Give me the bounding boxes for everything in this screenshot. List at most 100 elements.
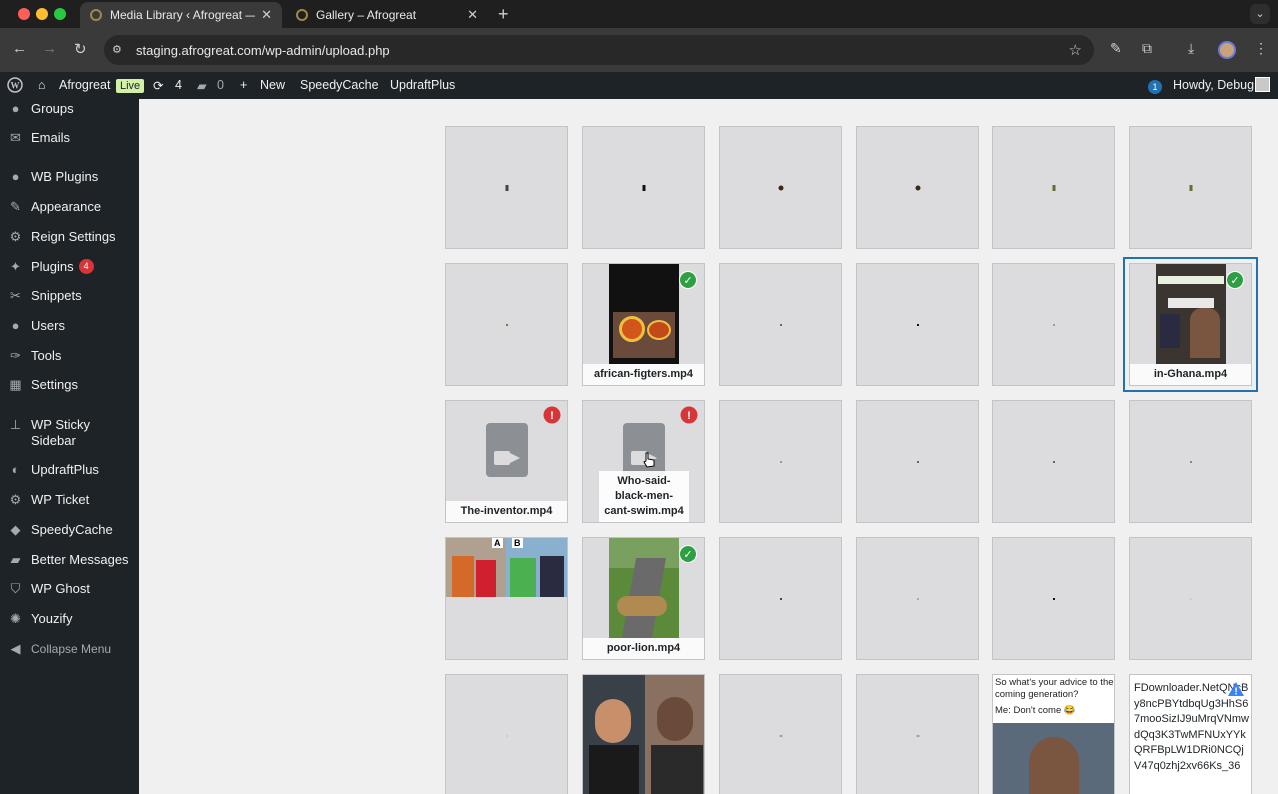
extensions-icon[interactable]: ⧉: [1142, 40, 1152, 57]
bookmark-star-icon[interactable]: ☆: [1069, 41, 1082, 59]
media-tile[interactable]: [719, 674, 842, 794]
tab-gallery[interactable]: Gallery – Afrogreat ✕: [286, 2, 488, 28]
youzify-icon: ✺: [10, 611, 21, 626]
media-tile-fdownloader[interactable]: FDownloader.NetQNcBy8ncPBYtdbqUg3HhS67mo…: [1129, 674, 1252, 794]
media-tile[interactable]: [856, 400, 979, 523]
avatar[interactable]: [1255, 77, 1270, 92]
info-warning-icon[interactable]: !: [1227, 681, 1245, 697]
selected-check-icon[interactable]: ✓: [1226, 271, 1244, 289]
media-tile-poor-lion[interactable]: ✓ poor-lion.mp4: [582, 537, 705, 660]
notification-badge[interactable]: 1: [1148, 79, 1162, 94]
tab-search-button[interactable]: ⌄: [1250, 4, 1270, 24]
tab-media-library[interactable]: Media Library ‹ Afrogreat — W ✕: [80, 2, 282, 28]
media-tile[interactable]: [856, 674, 979, 794]
media-tile[interactable]: [719, 263, 842, 386]
new-content-link[interactable]: New: [260, 78, 285, 92]
media-tile[interactable]: [1129, 126, 1252, 249]
tiny-thumbnail: [1052, 597, 1055, 600]
sidebar-item-emails[interactable]: ✉ Emails: [0, 130, 139, 146]
new-tab-button[interactable]: +: [498, 4, 509, 25]
media-tile[interactable]: [992, 263, 1115, 386]
collapse-menu-button[interactable]: ◀ Collapse Menu: [0, 641, 139, 657]
menu-kebab-icon[interactable]: ⋮: [1254, 40, 1268, 57]
media-tile[interactable]: [1129, 537, 1252, 660]
sidebar-item-groups[interactable]: ● Groups: [0, 101, 139, 117]
scissors-icon: ✂: [10, 288, 21, 303]
media-tile[interactable]: [445, 674, 568, 794]
sidebar-item-wb-plugins[interactable]: ● WB Plugins: [0, 169, 139, 185]
tiny-thumbnail: [505, 735, 508, 736]
sidebar-item-tools[interactable]: ✑ Tools: [0, 348, 139, 364]
minimize-window-button[interactable]: [36, 8, 48, 20]
media-tile[interactable]: [719, 537, 842, 660]
speedycache-link[interactable]: SpeedyCache: [300, 78, 379, 92]
sidebar-item-settings[interactable]: ▦ Settings: [0, 377, 139, 393]
sidebar-item-updraftplus[interactable]: ◐ UpdraftPlus: [0, 462, 139, 478]
updates-icon[interactable]: ⟳: [153, 78, 163, 93]
plus-icon[interactable]: +: [240, 78, 247, 92]
media-tile[interactable]: [1129, 400, 1252, 523]
media-filename: poor-lion.mp4: [583, 638, 704, 659]
media-tile-in-ghana[interactable]: ✓ in-Ghana.mp4: [1123, 257, 1258, 392]
selected-check-icon[interactable]: ✓: [679, 271, 697, 289]
sidebar-item-label: WP Sticky Sidebar: [31, 417, 90, 448]
selected-check-icon[interactable]: ✓: [679, 545, 697, 563]
media-tile-meme[interactable]: So what's your advice to the coming gene…: [992, 674, 1115, 794]
media-tile[interactable]: [856, 126, 979, 249]
comments-count[interactable]: 0: [217, 78, 224, 92]
sidebar-item-wp-ticket[interactable]: ⚙ WP Ticket: [0, 492, 139, 508]
close-tab-icon[interactable]: ✕: [467, 7, 478, 23]
tiny-thumbnail: [642, 184, 645, 191]
updraftplus-link[interactable]: UpdraftPlus: [390, 78, 455, 92]
sidebar-item-wp-sticky-sidebar[interactable]: ⊥ WP Sticky Sidebar: [0, 417, 139, 449]
home-icon[interactable]: ⌂: [38, 78, 46, 92]
warning-icon[interactable]: !: [542, 406, 562, 424]
sidebar-item-speedycache[interactable]: ◆ SpeedyCache: [0, 522, 139, 538]
warning-icon[interactable]: !: [679, 406, 699, 424]
media-tile[interactable]: [992, 537, 1115, 660]
settings-icon: ▦: [9, 377, 22, 392]
media-tile[interactable]: [582, 126, 705, 249]
sidebar-item-label: UpdraftPlus: [31, 462, 99, 477]
eyedropper-icon[interactable]: ✎: [1110, 40, 1122, 57]
reload-icon[interactable]: ↻: [74, 40, 87, 58]
media-tile[interactable]: [445, 263, 568, 386]
address-bar[interactable]: ⚙ staging.afrogreat.com/wp-admin/upload.…: [104, 35, 1094, 65]
email-icon: ✉: [10, 130, 21, 145]
media-tile[interactable]: [856, 263, 979, 386]
maximize-window-button[interactable]: [54, 8, 66, 20]
site-name-link[interactable]: Afrogreat: [59, 78, 110, 92]
groups-icon: ●: [11, 101, 20, 116]
media-tile[interactable]: [992, 126, 1115, 249]
sidebar-item-label: Appearance: [31, 199, 102, 214]
media-tile-african-figters[interactable]: ✓ african-figters.mp4: [582, 263, 705, 386]
wordpress-logo-icon[interactable]: W: [7, 77, 23, 96]
media-tile[interactable]: [719, 126, 842, 249]
media-tile[interactable]: [719, 400, 842, 523]
profile-avatar[interactable]: [1218, 41, 1236, 59]
close-tab-icon[interactable]: ✕: [261, 7, 272, 23]
comments-icon[interactable]: ▰: [197, 78, 207, 93]
site-settings-icon[interactable]: ⚙: [112, 43, 126, 57]
download-icon[interactable]: ⤓: [1188, 40, 1194, 57]
media-tile-two-men-photo[interactable]: [582, 674, 705, 794]
media-tile[interactable]: [445, 126, 568, 249]
howdy-user-link[interactable]: Howdy, Debug: [1173, 78, 1254, 92]
forward-icon[interactable]: →: [42, 40, 57, 57]
media-tile-the-inventor[interactable]: ! The-inventor.mp4: [445, 400, 568, 523]
sidebar-item-better-messages[interactable]: ▰ Better Messages: [0, 552, 139, 568]
sidebar-item-plugins[interactable]: ✦ Plugins 4: [0, 259, 139, 275]
sidebar-item-reign-settings[interactable]: ⚙ Reign Settings: [0, 229, 139, 245]
media-tile-couple-photo[interactable]: A B: [445, 537, 568, 660]
sidebar-item-wp-ghost[interactable]: ⛉ WP Ghost: [0, 581, 139, 597]
sidebar-item-users[interactable]: ● Users: [0, 318, 139, 334]
media-tile[interactable]: [992, 400, 1115, 523]
sidebar-item-appearance[interactable]: ✎ Appearance: [0, 199, 139, 215]
tiny-thumbnail: [1189, 597, 1192, 600]
sidebar-item-snippets[interactable]: ✂ Snippets: [0, 288, 139, 304]
sidebar-item-youzify[interactable]: ✺ Youzify: [0, 611, 139, 627]
media-tile[interactable]: [856, 537, 979, 660]
close-window-button[interactable]: [18, 8, 30, 20]
back-icon[interactable]: ←: [12, 40, 27, 57]
updates-count[interactable]: 4: [175, 78, 182, 92]
